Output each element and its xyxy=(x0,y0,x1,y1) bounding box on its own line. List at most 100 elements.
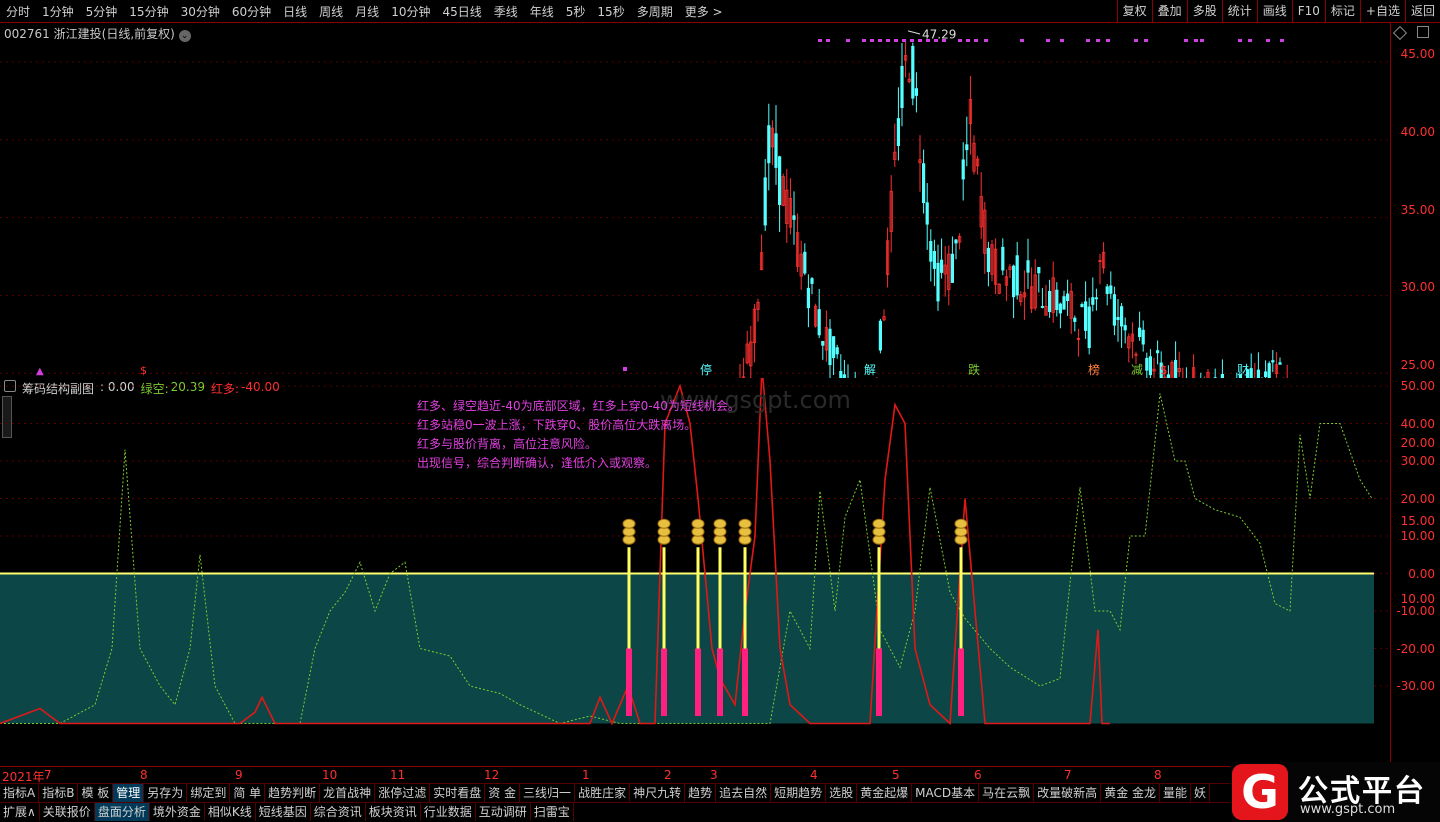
settings-diamond-icon[interactable] xyxy=(1392,25,1408,41)
candle-body xyxy=(778,156,782,205)
indicator-tab[interactable]: 简 单 xyxy=(230,784,266,802)
info-tab[interactable]: 相似K线 xyxy=(205,803,256,821)
signal-dot xyxy=(974,39,978,42)
event-marker[interactable]: 停 xyxy=(700,362,712,377)
toolbar-button[interactable]: 叠加 xyxy=(1151,0,1187,22)
indicator-tab[interactable]: 三线归一 xyxy=(520,784,576,802)
indicator-tab[interactable]: 短期趋势 xyxy=(771,784,827,802)
toolbar-button[interactable]: F10 xyxy=(1291,0,1325,22)
info-tab[interactable]: 扩展∧ xyxy=(0,803,40,821)
indicator-tab[interactable]: 神尺九转 xyxy=(630,784,686,802)
event-marker[interactable]: 解 xyxy=(864,363,876,377)
period-tab[interactable]: 日线 xyxy=(277,3,313,20)
info-tab[interactable]: 行业数据 xyxy=(421,803,476,821)
info-tab[interactable]: 境外资金 xyxy=(150,803,205,821)
price-chart[interactable]: 47.296.7923.31 - 22.96停解跌榜减$财▲$ xyxy=(0,22,1390,378)
toolbar-button[interactable]: 返回 xyxy=(1404,0,1440,22)
candle-body xyxy=(1156,350,1160,354)
toolbar-button[interactable]: 画线 xyxy=(1256,0,1292,22)
toolbar-button[interactable]: +自选 xyxy=(1359,0,1405,22)
event-marker[interactable]: $ xyxy=(1160,363,1168,377)
period-tab[interactable]: 周线 xyxy=(313,3,349,20)
indicator-tab[interactable]: 模 板 xyxy=(78,784,114,802)
indicator-tab[interactable]: 趋势判断 xyxy=(265,784,321,802)
period-tab[interactable]: 15秒 xyxy=(591,3,630,20)
indicator-tab[interactable]: 指标A xyxy=(0,784,40,802)
indicator-tab[interactable]: 黄金 金龙 xyxy=(1101,784,1161,802)
toolbar-button[interactable]: 标记 xyxy=(1324,0,1360,22)
period-tab[interactable]: 10分钟 xyxy=(385,3,436,20)
price-tick: 35.00 xyxy=(1400,202,1435,217)
candle-body xyxy=(821,341,825,346)
indicator-tab[interactable]: 黄金起爆 xyxy=(857,784,913,802)
candle-body xyxy=(932,251,937,269)
period-tab[interactable]: 年线 xyxy=(524,3,560,20)
indicator-tab[interactable]: 管理 xyxy=(113,784,145,802)
signal-dot xyxy=(1144,39,1148,42)
indicator-tab[interactable]: 涨停过滤 xyxy=(375,784,431,802)
candle-body xyxy=(1012,265,1016,298)
info-tab[interactable]: 关联报价 xyxy=(40,803,95,821)
period-tab[interactable]: 分时 xyxy=(0,3,36,20)
info-tab[interactable]: 板块资讯 xyxy=(366,803,421,821)
event-marker[interactable]: 减 xyxy=(1131,363,1143,377)
indicator-tab[interactable]: 马在云飘 xyxy=(979,784,1035,802)
event-marker[interactable]: 榜 xyxy=(1088,362,1100,377)
toolbar-button[interactable]: 多股 xyxy=(1186,0,1222,22)
signal-dot xyxy=(1280,39,1284,42)
month-label: 11 xyxy=(390,768,406,782)
indicator-tab[interactable]: 资 金 xyxy=(485,784,521,802)
candle-body xyxy=(1109,285,1113,294)
event-marker[interactable]: 财 xyxy=(1237,363,1249,377)
period-tab[interactable]: 多周期 xyxy=(631,3,679,20)
indicator-tab[interactable]: 指标B xyxy=(39,784,79,802)
period-tab[interactable]: 60分钟 xyxy=(226,3,277,20)
info-tab[interactable]: 扫雷宝 xyxy=(531,803,574,821)
signal-dot xyxy=(862,39,866,42)
period-tab[interactable]: 更多 > xyxy=(679,3,729,20)
info-tab[interactable]: 盘面分析 xyxy=(94,803,150,821)
toolbar-button[interactable]: 复权 xyxy=(1116,0,1152,22)
signal-dot xyxy=(902,39,906,42)
indicator-tab[interactable]: 妖 xyxy=(1191,784,1211,802)
signal-dot xyxy=(1086,39,1090,42)
indicator-tab[interactable]: 量能 xyxy=(1160,784,1192,802)
month-label: 10 xyxy=(322,768,338,782)
info-tab[interactable]: 综合资讯 xyxy=(311,803,366,821)
toolbar-button[interactable]: 统计 xyxy=(1221,0,1257,22)
candle-body xyxy=(1267,363,1271,378)
period-tab[interactable]: 30分钟 xyxy=(175,3,226,20)
candle-body xyxy=(1094,297,1098,300)
indicator-tick: 40.00 xyxy=(1400,416,1435,431)
event-marker[interactable]: 跌 xyxy=(968,362,980,377)
signal-dot xyxy=(984,39,988,42)
scroll-icon[interactable] xyxy=(1417,26,1429,38)
period-tab[interactable]: 1分钟 xyxy=(36,3,80,20)
info-tab[interactable]: 互动调研 xyxy=(476,803,531,821)
indicator-tab[interactable]: 追去自然 xyxy=(716,784,772,802)
period-tab[interactable]: 5分钟 xyxy=(80,3,124,20)
period-tab[interactable]: 月线 xyxy=(349,3,385,20)
indicator-tab[interactable]: 实时看盘 xyxy=(430,784,486,802)
indicator-tab[interactable]: 改量破新高 xyxy=(1034,784,1102,802)
indicator-tab[interactable]: 战胜庄家 xyxy=(575,784,631,802)
period-tab[interactable]: 15分钟 xyxy=(123,3,174,20)
signal-dot xyxy=(1200,39,1204,42)
candle-body xyxy=(1148,356,1152,376)
month-label: 1 xyxy=(582,768,590,782)
indicator-tab[interactable]: 另存为 xyxy=(144,784,188,802)
indicator-tab[interactable]: 龙首战神 xyxy=(320,784,376,802)
candle-body xyxy=(828,328,832,366)
indicator-tab[interactable]: 选股 xyxy=(826,784,858,802)
indicator-tabs: 指标A 指标B 模 板管理 另存为 绑定到简 单趋势判断 龙首战神 涨停过滤 实时看盘资 金三… xyxy=(0,783,1230,802)
indicator-tab[interactable]: 绑定到 xyxy=(187,784,231,802)
period-tab[interactable]: 5秒 xyxy=(560,3,592,20)
period-tab[interactable]: 季线 xyxy=(488,3,524,20)
info-tab[interactable]: 短线基因 xyxy=(256,803,311,821)
period-tab[interactable]: 45日线 xyxy=(436,3,487,20)
indicator-tab[interactable]: MACD基本 xyxy=(912,784,980,802)
indicator-tab[interactable]: 趋势 xyxy=(685,784,717,802)
candle-body xyxy=(1073,317,1077,322)
candle-body xyxy=(1271,360,1275,363)
month-label: 7 xyxy=(44,768,52,782)
